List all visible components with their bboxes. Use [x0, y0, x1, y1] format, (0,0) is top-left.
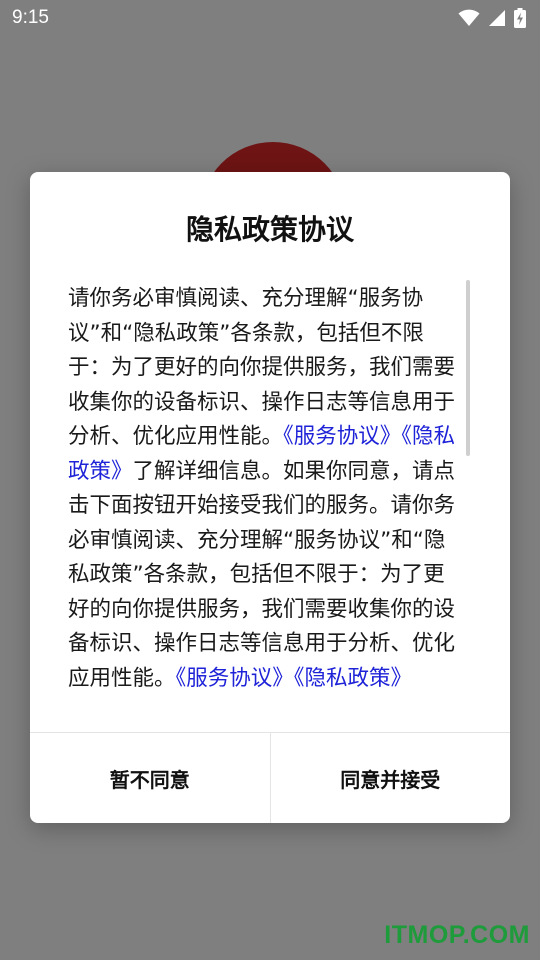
decline-button[interactable]: 暂不同意	[30, 733, 270, 823]
dialog-button-row: 暂不同意 同意并接受	[30, 732, 510, 823]
dialog-title: 隐私政策协议	[185, 213, 354, 246]
privacy-policy-link[interactable]: 《隐私政策》	[294, 666, 412, 691]
body-text: 了解详细信息。如果你同意，请点击下面按钮开始接受我们的服务。请你务必审慎阅读、充…	[68, 458, 456, 691]
privacy-policy-dialog: 隐私政策协议 请你务必审慎阅读、充分理解“服务协议”和“隐私政策”各条款，包括但…	[30, 172, 510, 823]
cell-signal-icon	[488, 9, 506, 27]
status-time: 9:15	[12, 7, 49, 28]
status-bar: 9:15	[0, 0, 540, 36]
scrollbar-thumb[interactable]	[466, 280, 470, 456]
service-agreement-link[interactable]: 《服务协议》	[283, 424, 401, 449]
service-agreement-link[interactable]: 《服务协议》	[176, 666, 294, 691]
dialog-body-text[interactable]: 请你务必审慎阅读、充分理解“服务协议”和“隐私政策”各条款，包括但不限于：为了更…	[68, 282, 460, 700]
status-icons	[458, 8, 526, 28]
watermark-logo: ITMOP.COM	[384, 921, 530, 949]
accept-button[interactable]: 同意并接受	[271, 733, 511, 823]
wifi-icon	[458, 9, 480, 27]
battery-charging-icon	[514, 8, 526, 28]
